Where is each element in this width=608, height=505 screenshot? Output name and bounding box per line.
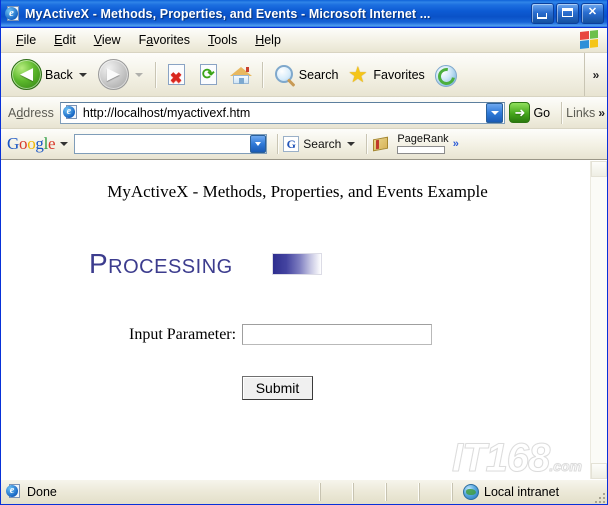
close-button[interactable]: ✕ <box>581 3 604 24</box>
back-arrow-icon: ◀ <box>11 59 42 90</box>
google-search-options-chevron-down-icon[interactable] <box>347 142 356 146</box>
content-area: MyActiveX - Methods, Properties, and Eve… <box>1 160 607 479</box>
go-label: Go <box>533 105 551 120</box>
toolbar-separator-2 <box>261 61 263 88</box>
home-icon <box>229 63 253 87</box>
pagerank-book-icon <box>372 136 390 153</box>
minimize-button[interactable] <box>531 3 554 24</box>
security-zone-pane[interactable]: Local intranet <box>452 483 607 501</box>
menu-item-file[interactable]: File <box>7 31 45 49</box>
window-controls: ✕ <box>531 3 605 24</box>
home-button[interactable] <box>225 56 257 94</box>
pagerank-indicator[interactable]: PageRank <box>397 133 449 154</box>
google-separator-1 <box>277 134 279 154</box>
web-page: MyActiveX - Methods, Properties, and Eve… <box>1 161 590 479</box>
menu-item-favorites[interactable]: Favorites <box>130 31 199 49</box>
watermark-suffix: .com <box>549 458 583 475</box>
status-pane-3 <box>353 483 386 501</box>
status-pane-4 <box>386 483 419 501</box>
double-chevron-right-icon: » <box>592 67 600 82</box>
address-label: Address <box>8 105 54 120</box>
pagerank-meter <box>397 146 446 154</box>
watermark: IT168.com <box>452 436 583 480</box>
menu-item-view[interactable]: View <box>85 31 130 49</box>
page-title: MyActiveX - Methods, Properties, and Eve… <box>107 182 488 201</box>
status-pane-5 <box>419 483 452 501</box>
google-overflow-double-chevron-icon[interactable]: » <box>453 138 459 150</box>
address-bar: Address e http://localhost/myactivexf.ht… <box>1 97 607 129</box>
status-message: Done <box>27 485 57 499</box>
input-parameter-field[interactable] <box>242 324 433 345</box>
browser-window: e MyActiveX - Methods, Properties, and E… <box>0 0 608 505</box>
submit-button[interactable]: Submit <box>241 376 314 400</box>
processing-status-row: Processing <box>89 248 590 280</box>
star-icon: ★ <box>348 61 368 87</box>
favorites-label: Favorites <box>373 67 425 82</box>
menu-item-help[interactable]: Help <box>246 31 290 49</box>
address-separator <box>561 101 563 124</box>
search-button[interactable]: Search <box>268 56 343 94</box>
address-url-text: http://localhost/myactivexf.htm <box>82 105 251 120</box>
google-separator-2 <box>366 134 368 154</box>
menu-item-tools[interactable]: Tools <box>199 31 246 49</box>
back-button[interactable]: ◀ Back <box>7 56 94 94</box>
ie-page-icon: e <box>6 484 22 500</box>
ie-page-icon: e <box>62 104 80 121</box>
back-label: Back <box>45 67 73 82</box>
scroll-down-button[interactable] <box>591 463 607 479</box>
menu-bar: File Edit View Favorites Tools Help <box>1 28 607 53</box>
vertical-scrollbar[interactable] <box>590 161 607 479</box>
google-search-button[interactable]: Search <box>303 137 341 151</box>
google-toolbar: Google G Search PageRank » <box>1 129 607 160</box>
go-arrow-icon: ➜ <box>509 102 531 123</box>
status-bar: e Done Local intranet <box>1 479 607 504</box>
forward-button[interactable]: ▶ <box>94 56 150 94</box>
status-message-pane: e Done <box>1 483 320 501</box>
links-label[interactable]: Links <box>566 106 595 120</box>
media-button[interactable] <box>429 56 461 94</box>
go-button[interactable]: ➜ Go <box>505 101 557 125</box>
refresh-button[interactable]: ⟳ <box>193 56 225 94</box>
submit-row: Submit <box>1 376 590 400</box>
search-label: Search <box>298 67 339 82</box>
maximize-button[interactable] <box>556 3 579 24</box>
ie-document-icon: e <box>5 5 21 22</box>
title-bar: e MyActiveX - Methods, Properties, and E… <box>1 0 607 28</box>
stop-button[interactable]: ✖ <box>161 56 193 94</box>
toolbar-overflow-button[interactable]: » <box>584 53 607 96</box>
scroll-up-button[interactable] <box>591 161 607 177</box>
google-logo-chevron-down-icon[interactable] <box>60 142 69 146</box>
menu-item-edit[interactable]: Edit <box>45 31 85 49</box>
window-title: MyActiveX - Methods, Properties, and Eve… <box>25 6 431 21</box>
favorites-button[interactable]: ★ Favorites <box>342 56 428 94</box>
google-g-icon: G <box>283 136 300 152</box>
address-input[interactable]: e http://localhost/myactivexf.htm <box>59 101 506 124</box>
navigation-toolbar: ◀ Back ▶ ✖ ⟳ Search ★ Favorites » <box>1 53 607 97</box>
refresh-icon: ⟳ <box>197 63 221 87</box>
processing-progress-bar <box>271 253 322 275</box>
stop-icon: ✖ <box>165 63 189 87</box>
media-icon <box>433 63 457 87</box>
forward-arrow-icon: ▶ <box>97 59 129 90</box>
forward-history-chevron-down-icon <box>134 72 143 77</box>
toolbar-separator-1 <box>154 61 156 88</box>
processing-status-text: Processing <box>89 248 233 279</box>
globe-icon <box>463 484 479 500</box>
google-search-input[interactable] <box>74 134 268 154</box>
security-zone-label: Local intranet <box>484 485 560 499</box>
google-logo[interactable]: Google <box>7 134 56 154</box>
links-overflow-double-chevron-icon[interactable]: » <box>598 106 605 120</box>
pagerank-label: PageRank <box>397 133 449 145</box>
search-magnifier-icon <box>272 63 296 87</box>
address-chevron-down-icon[interactable] <box>486 102 504 123</box>
input-parameter-row: Input Parameter: <box>129 324 590 345</box>
watermark-text: IT168 <box>452 436 551 480</box>
resize-grip[interactable] <box>593 491 605 503</box>
input-parameter-label: Input Parameter: <box>129 325 237 343</box>
google-search-chevron-down-icon[interactable] <box>250 135 267 153</box>
back-history-chevron-down-icon[interactable] <box>78 72 87 77</box>
status-pane-2 <box>320 483 353 501</box>
windows-flag-icon <box>580 30 598 49</box>
